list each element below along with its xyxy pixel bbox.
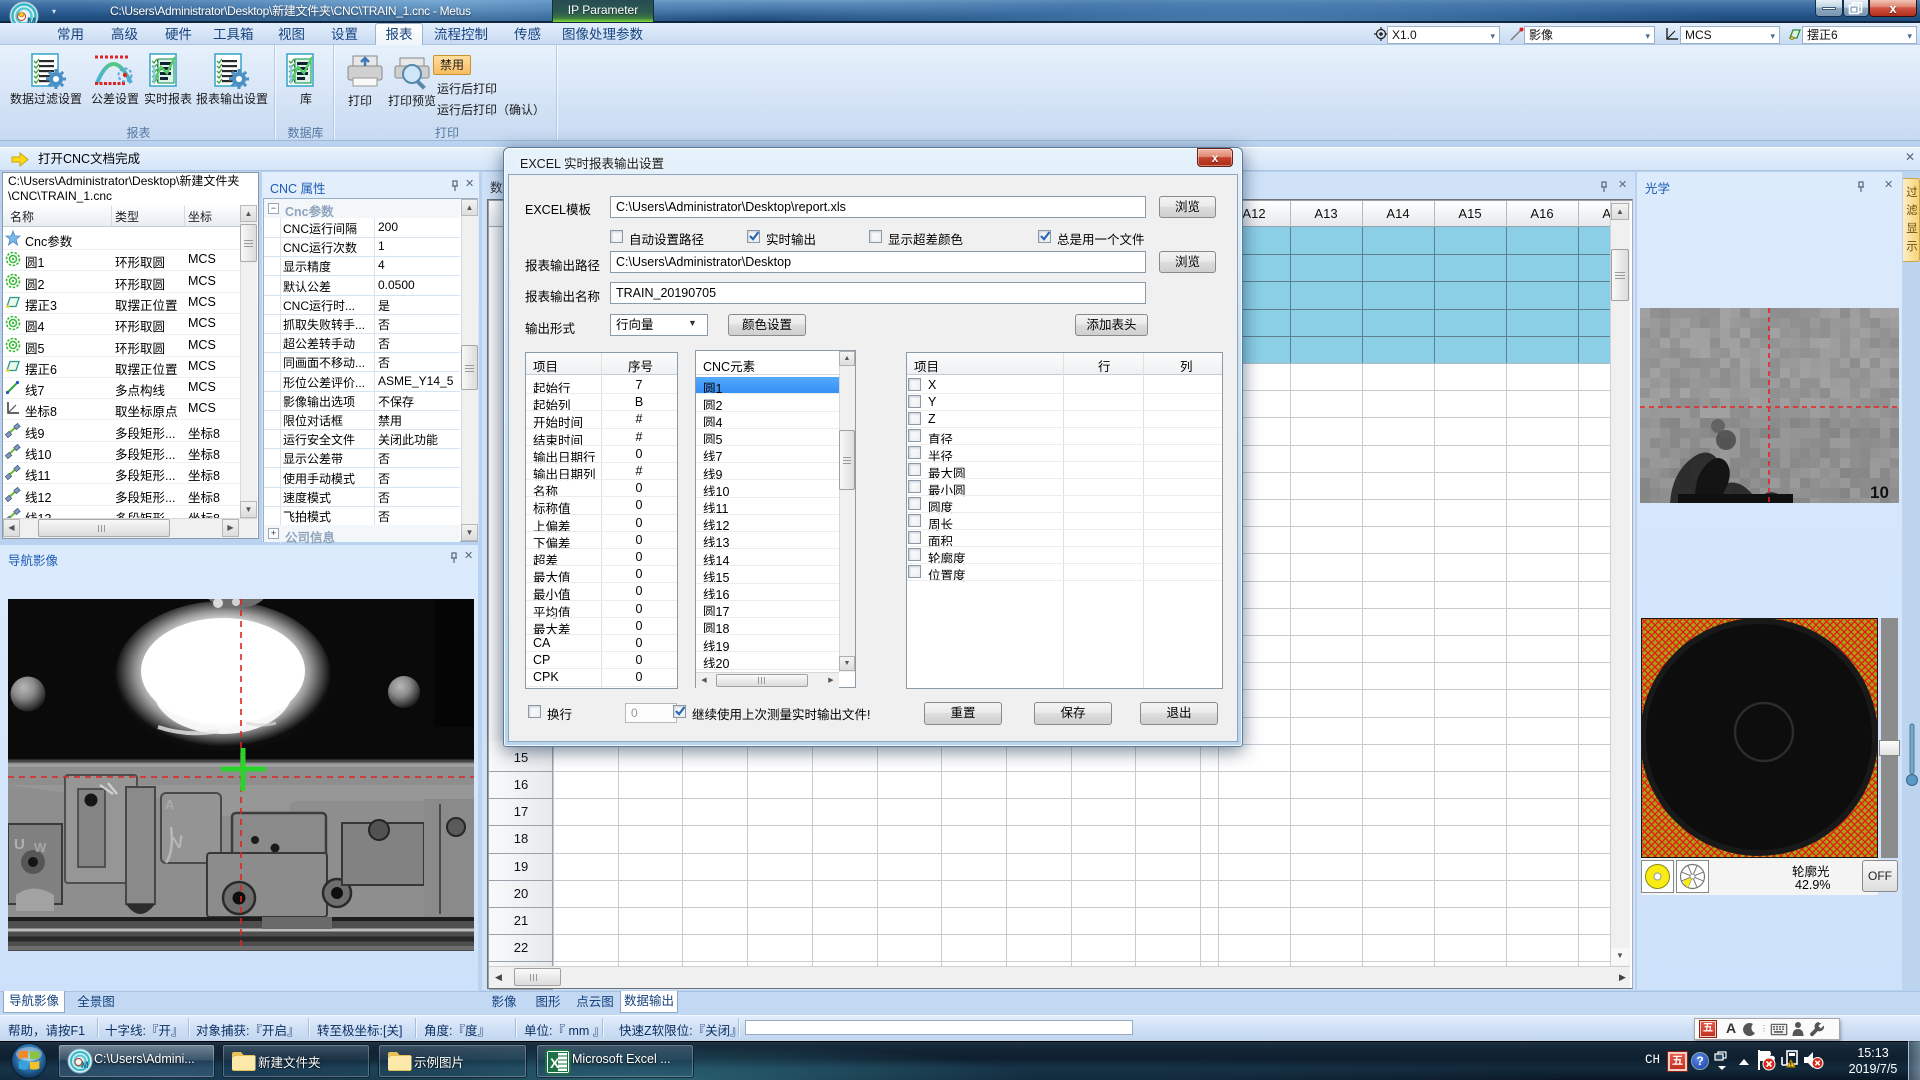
svg-text:M: M [81, 1060, 89, 1070]
svg-text:X: X [550, 1055, 560, 1071]
svg-text:A: A [165, 797, 175, 812]
svg-text:10: 10 [1870, 483, 1889, 502]
svg-text:U: U [14, 836, 25, 853]
svg-text:!: ! [1790, 1062, 1792, 1069]
svg-text:W: W [34, 840, 47, 855]
